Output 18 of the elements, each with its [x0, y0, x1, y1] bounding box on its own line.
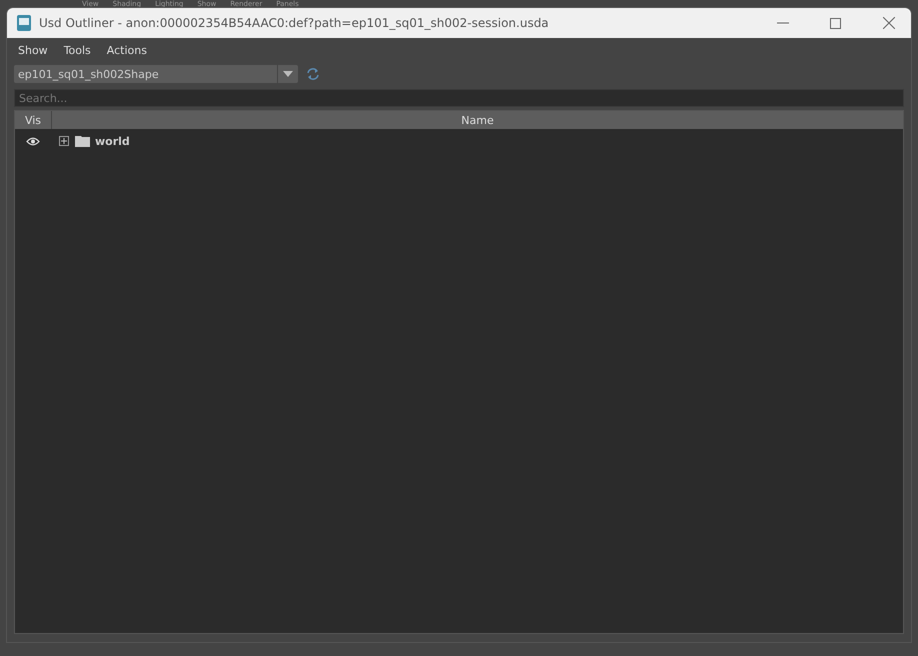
tree-item-label[interactable]: world [95, 134, 130, 148]
expand-toggle[interactable] [59, 136, 69, 146]
menu-item[interactable]: Tools [58, 42, 97, 59]
menu-item[interactable]: Show [12, 42, 54, 59]
column-header[interactable]: Vis [15, 111, 52, 129]
app-logo-icon [17, 15, 31, 31]
stage-dropdown[interactable]: ep101_sq01_sh002Shape [14, 65, 298, 83]
menu-item[interactable]: Actions [100, 42, 153, 59]
search-field[interactable]: Search... [14, 89, 904, 107]
caret-icon [283, 71, 293, 77]
refresh-icon[interactable] [306, 67, 320, 81]
minimize-icon [776, 22, 788, 24]
folder-icon [75, 135, 90, 147]
close-icon [882, 17, 894, 29]
eye-icon[interactable] [26, 136, 40, 146]
window-title: Usd Outliner - anon:000002354B54AAC0:def?path=ep101_sq01_sh002-session.usda [39, 16, 550, 30]
column-header[interactable]: Name [52, 111, 903, 129]
maximize-icon [830, 18, 841, 28]
